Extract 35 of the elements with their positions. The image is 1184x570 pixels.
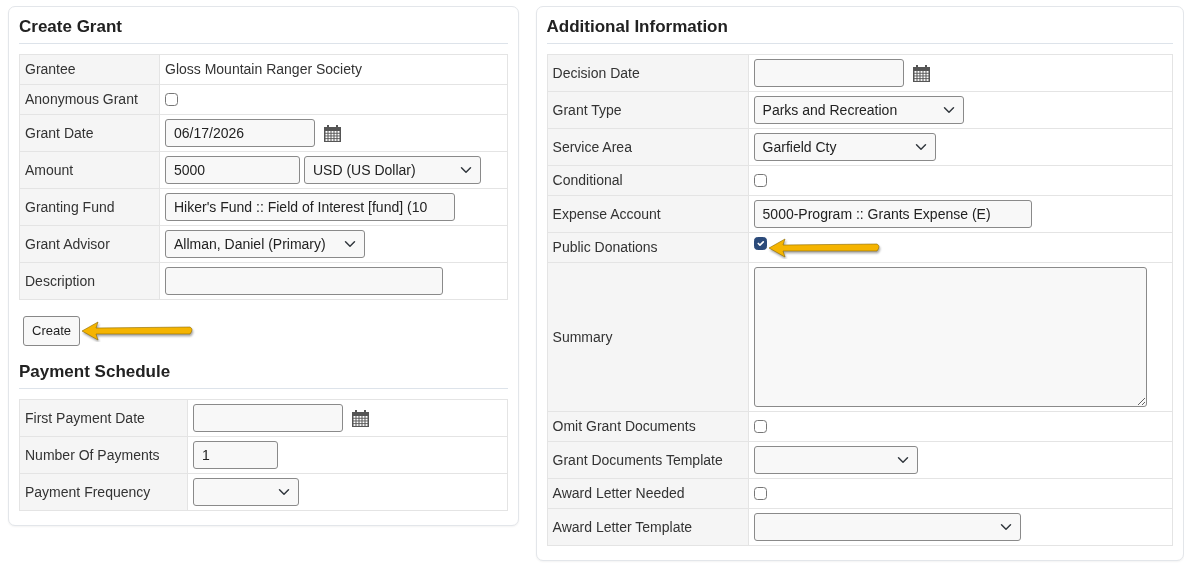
field-label: Decision Date (547, 54, 749, 92)
field-label: Grant Advisor (19, 225, 160, 263)
date-field[interactable]: 06/17/2026 (165, 119, 315, 148)
section-title: Additional Information (546, 17, 1173, 45)
field-label: Anonymous Grant (19, 84, 160, 115)
field-label: Award Letter Needed (547, 478, 749, 509)
field-label: Award Letter Template (547, 508, 749, 546)
section-title: Payment Schedule (19, 361, 508, 390)
field-label: Expense Account (547, 195, 749, 233)
field-label: Granting Fund (19, 188, 160, 226)
field-label: Service Area (547, 128, 749, 166)
input-field[interactable]: Hiker's Fund :: Field of Interest [fund] (10 (165, 193, 455, 222)
field-label: Conditional (547, 165, 749, 196)
dropdown[interactable]: USD (US Dollar) (304, 156, 481, 185)
field-label: Grant Documents Template (547, 441, 749, 479)
dropdown[interactable]: Parks and Recreation (753, 96, 964, 125)
field-label: First Payment Date (19, 399, 188, 437)
field-label: Grantee (19, 54, 160, 85)
field-value: Gloss Mountain Ranger Society (165, 61, 362, 78)
field-label: Summary (547, 262, 749, 412)
field-label: Payment Frequency (19, 473, 188, 511)
dropdown[interactable]: Allman, Daniel (Primary) (165, 230, 365, 259)
field-label: Number Of Payments (19, 436, 188, 474)
field-label: Public Donations (547, 232, 749, 263)
field-label: Description (19, 262, 160, 300)
create-button[interactable]: Create (23, 316, 81, 346)
field-label: Amount (19, 151, 160, 189)
input-field[interactable]: 5000-Program :: Grants Expense (E) (753, 200, 1032, 229)
input-field[interactable]: 1 (193, 441, 278, 470)
field-label: Omit Grant Documents (547, 411, 749, 442)
input-field[interactable]: 5000 (165, 156, 300, 185)
dropdown[interactable]: Garfield Cty (753, 133, 936, 162)
field-label: Grant Date (19, 114, 160, 152)
section-title: Create Grant (19, 17, 508, 45)
field-label: Grant Type (547, 91, 749, 129)
